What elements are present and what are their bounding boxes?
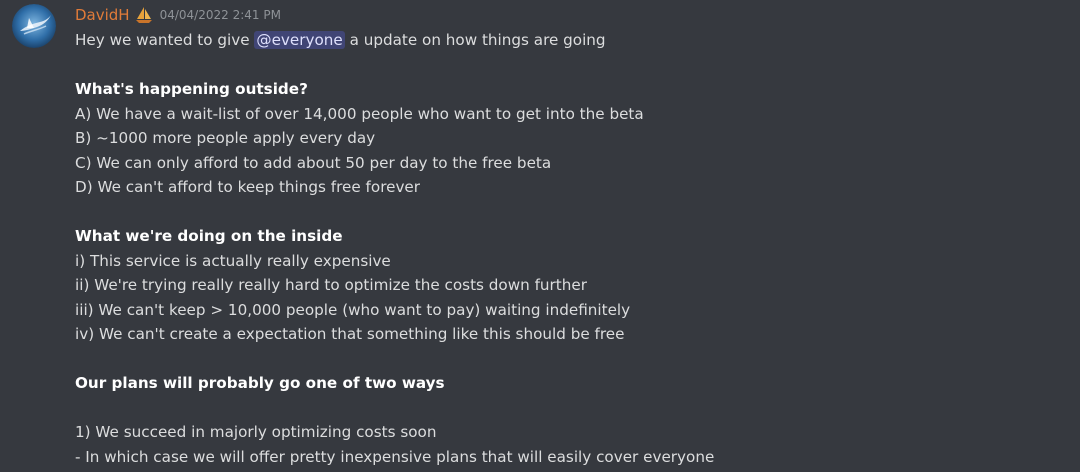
sailboat-badge-icon [134,5,154,25]
list-item: D) We can't afford to keep things free f… [75,178,421,196]
list-item: iv) We can't create a expectation that s… [75,325,625,343]
list-item: iii) We can't keep > 10,000 people (who … [75,300,631,319]
everyone-mention[interactable]: @everyone [254,31,345,49]
intro-text-before: Hey we wanted to give [75,31,255,49]
message-header: DavidH 04/04/2022 2:41 PM [75,4,281,26]
section-heading-outside: What's happening outside? [75,80,308,98]
user-avatar[interactable] [12,4,56,48]
list-item: C) We can only afford to add about 50 pe… [75,153,552,172]
chat-message: DavidH 04/04/2022 2:41 PM Hey we wanted … [0,0,1080,472]
list-item: - In which case we will offer pretty ine… [75,447,715,466]
message-content: Hey we wanted to give @everyone a update… [75,28,1055,469]
list-item: i) This service is actually really expen… [75,251,391,270]
list-item: ii) We're trying really really hard to o… [75,276,587,294]
list-item: B) ~1000 more people apply every day [75,129,376,147]
section-heading-inside: What we're doing on the inside [75,227,343,245]
message-timestamp: 04/04/2022 2:41 PM [159,8,281,22]
sailboat-avatar-icon [12,4,56,48]
intro-line: Hey we wanted to give @everyone a update… [75,28,1055,53]
list-item: A) We have a wait-list of over 14,000 pe… [75,104,644,123]
list-item: 1) We succeed in majorly optimizing cost… [75,423,437,441]
intro-text-after: a update on how things are going [344,31,606,49]
username[interactable]: DavidH [75,6,130,24]
section-heading-plans: Our plans will probably go one of two wa… [75,374,445,392]
